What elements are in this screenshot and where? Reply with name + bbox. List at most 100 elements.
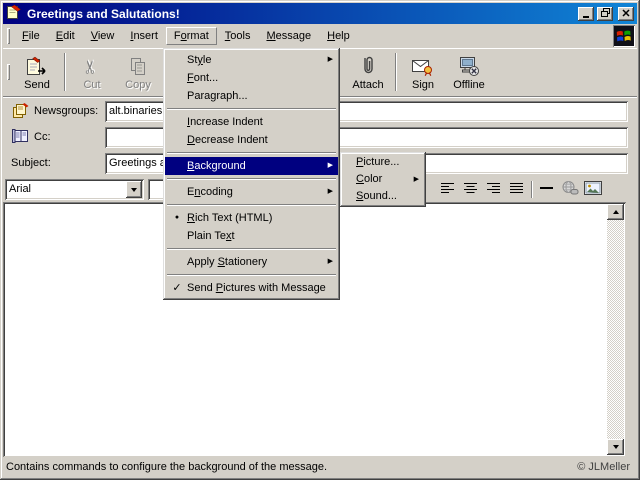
toolbar-button-attach[interactable]: Attach	[345, 50, 391, 94]
check-mark-icon: ✓	[172, 282, 182, 294]
toolbar-button-label: Copy	[125, 78, 151, 91]
bullet-mark-icon: ●	[174, 214, 180, 221]
menu-item-label: Send Pictures with Message	[187, 282, 326, 294]
formatbar-divider	[531, 181, 532, 198]
cc-label: Cc:	[34, 131, 51, 143]
menu-item-label: Apply Stationery	[187, 256, 268, 268]
title-bar[interactable]: Greetings and Salutations!	[3, 3, 637, 24]
toolbar-button-sign[interactable]: Sign	[400, 50, 446, 94]
horizontal-line-icon	[539, 181, 554, 198]
menu-item-label: Background	[187, 160, 246, 172]
compose-window: Greetings and Salutations! File Edit View I…	[0, 0, 640, 480]
toolbar-button-label: Offline	[453, 78, 485, 91]
newsgroups-icon[interactable]	[12, 102, 30, 123]
format-menu-item-background[interactable]: Background ▶	[165, 157, 338, 175]
menu-separator	[165, 245, 338, 253]
format-menu-item-paragraph[interactable]: Paragraph...	[165, 87, 338, 105]
format-menu-item-plain-text[interactable]: Plain Text	[165, 227, 338, 245]
restore-icon	[600, 7, 610, 20]
toolbar-button-cut[interactable]: ✂ Cut	[69, 50, 115, 94]
justify-button[interactable]	[505, 179, 528, 200]
menu-separator	[165, 149, 338, 157]
toolbar-button-offline[interactable]: Offline	[446, 50, 492, 94]
align-right-button[interactable]	[482, 179, 505, 200]
scroll-down-button[interactable]	[607, 439, 624, 455]
windows-logo-icon	[613, 25, 635, 47]
format-menu-item-font[interactable]: Font...	[165, 69, 338, 87]
menubar-gripper[interactable]	[7, 28, 10, 44]
align-left-icon	[440, 181, 455, 198]
format-menu-item-apply-stationery[interactable]: Apply Stationery ▶	[165, 253, 338, 271]
font-combo-dropdown-button[interactable]	[126, 181, 142, 198]
toolbar-button-label: Attach	[352, 78, 384, 91]
align-center-button[interactable]	[459, 179, 482, 200]
font-name-combo[interactable]: Arial	[5, 179, 144, 200]
menu-message[interactable]: Message	[258, 27, 319, 45]
horizontal-line-button[interactable]	[535, 179, 558, 200]
insert-link-icon	[561, 180, 579, 199]
format-menu-item-rich-text-html[interactable]: ● Rich Text (HTML)	[165, 209, 338, 227]
close-button[interactable]	[618, 6, 634, 21]
arrow-up-icon	[612, 210, 619, 214]
toolbar-button-copy[interactable]: Copy	[115, 50, 161, 94]
submenu-arrow-icon: ▶	[327, 188, 333, 195]
status-bar: Contains commands to configure the backg…	[3, 457, 637, 477]
send-icon	[25, 54, 49, 78]
new-message-icon	[6, 4, 22, 23]
menu-item-label: Color	[356, 173, 383, 185]
submenu-arrow-icon: ▶	[327, 56, 333, 63]
copy-icon	[127, 54, 149, 78]
menu-insert[interactable]: Insert	[122, 27, 166, 45]
address-book-icon[interactable]	[12, 128, 30, 147]
background-submenu-item-sound[interactable]: Sound...	[342, 188, 424, 205]
background-submenu-item-picture[interactable]: Picture...	[342, 154, 424, 171]
toolbar-gripper[interactable]	[7, 64, 10, 80]
menu-help[interactable]: Help	[319, 27, 358, 45]
newsgroups-label: Newsgroups:	[34, 105, 99, 117]
menu-item-label: Plain Text	[187, 230, 235, 242]
menu-format[interactable]: Format	[165, 27, 217, 45]
menu-item-label: Encoding	[187, 186, 233, 198]
insert-picture-button[interactable]	[581, 179, 604, 200]
menu-item-label: Sound...	[356, 190, 397, 202]
font-name-value: Arial	[9, 183, 32, 195]
background-submenu: Picture... Color ▶ Sound...	[340, 152, 426, 207]
insert-picture-icon	[583, 180, 602, 199]
format-menu-item-decrease-indent[interactable]: Decrease Indent	[165, 131, 338, 149]
format-menu-item-increase-indent[interactable]: Increase Indent	[165, 113, 338, 131]
minimize-icon	[583, 15, 589, 18]
format-menu-item-encoding[interactable]: Encoding ▶	[165, 183, 338, 201]
chevron-down-icon	[131, 187, 137, 192]
menu-file[interactable]: File	[14, 27, 48, 45]
menu-separator	[165, 175, 338, 183]
restore-button[interactable]	[597, 6, 613, 21]
menu-item-label: Rich Text (HTML)	[187, 212, 273, 224]
insert-link-button[interactable]	[558, 179, 581, 200]
window-title: Greetings and Salutations!	[27, 6, 180, 21]
menu-item-label: Paragraph...	[187, 90, 248, 102]
menu-tools[interactable]: Tools	[217, 27, 259, 45]
scroll-up-button[interactable]	[607, 204, 624, 220]
toolbar-button-send[interactable]: Send	[14, 50, 60, 94]
submenu-arrow-icon: ▶	[327, 162, 333, 169]
menu-item-label: Font...	[187, 72, 219, 84]
background-submenu-item-color[interactable]: Color ▶	[342, 171, 424, 188]
format-menu-item-style[interactable]: Style ▶	[165, 51, 338, 69]
align-left-button[interactable]	[436, 179, 459, 200]
minimize-button[interactable]	[578, 6, 594, 21]
scrollbar-track[interactable]	[607, 220, 624, 439]
subject-label: Subject:	[11, 157, 51, 169]
menu-item-label: Picture...	[356, 156, 400, 168]
format-menu-item-send-pictures-with-message[interactable]: ✓ Send Pictures with Message	[165, 279, 338, 297]
offline-icon	[457, 54, 481, 78]
align-center-icon	[463, 181, 478, 198]
align-right-icon	[486, 181, 501, 198]
vertical-scrollbar[interactable]	[607, 204, 624, 455]
close-icon	[622, 8, 630, 20]
toolbar-button-label: Send	[24, 78, 50, 91]
menu-edit[interactable]: Edit	[48, 27, 83, 45]
menu-view[interactable]: View	[83, 27, 123, 45]
submenu-arrow-icon: ▶	[327, 258, 333, 265]
toolbar-button-label: Sign	[411, 78, 435, 91]
status-text: Contains commands to configure the backg…	[6, 461, 328, 473]
